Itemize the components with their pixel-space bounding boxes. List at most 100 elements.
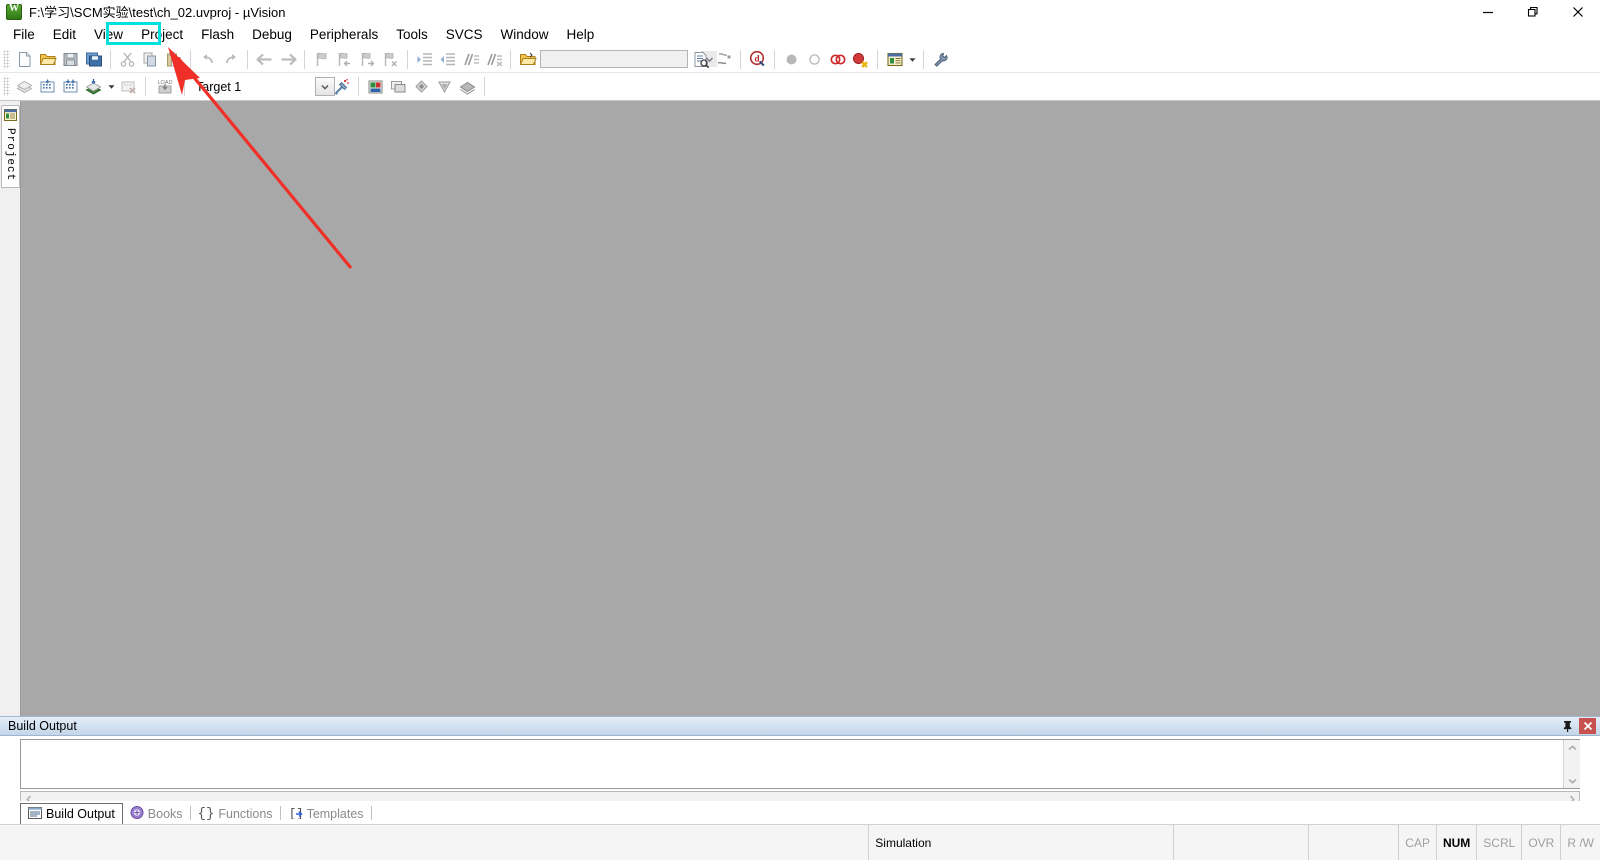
- close-icon[interactable]: [1579, 718, 1596, 734]
- window-manager-dropdown-icon[interactable]: [906, 48, 918, 71]
- menu-item-edit[interactable]: Edit: [44, 24, 85, 45]
- templates-icon: []: [288, 806, 303, 822]
- find-in-files-icon[interactable]: [689, 48, 712, 71]
- target-options-icon[interactable]: [330, 75, 353, 98]
- build-toolbar: LOAD Target 1: [0, 73, 1600, 101]
- components-icon[interactable]: [410, 75, 433, 98]
- tab-build-output[interactable]: Build Output: [20, 803, 123, 824]
- menu-item-help[interactable]: Help: [558, 24, 604, 45]
- debug-session-icon[interactable]: d: [746, 48, 769, 71]
- disable-all-breakpoints-icon[interactable]: [826, 48, 849, 71]
- menu-item-tools[interactable]: Tools: [387, 24, 437, 45]
- sidebar-item-project[interactable]: Project: [0, 105, 20, 189]
- toolbar-separator: [877, 49, 878, 69]
- status-cell-3: [1308, 825, 1398, 860]
- toolbar-separator: [145, 77, 146, 96]
- window-controls: [1465, 0, 1600, 23]
- menu-item-view[interactable]: View: [85, 24, 132, 45]
- status-indicator-num: NUM: [1435, 825, 1476, 860]
- uvision-logo-icon: [6, 3, 22, 20]
- left-dock-bar: Project: [0, 101, 21, 716]
- insert-breakpoint-icon[interactable]: [780, 48, 803, 71]
- status-indicator-scrl: SCRL: [1476, 825, 1521, 860]
- copy-icon[interactable]: [139, 48, 162, 71]
- editor-area[interactable]: [21, 101, 1600, 716]
- menu-item-peripherals[interactable]: Peripherals: [301, 24, 387, 45]
- batch-build-icon[interactable]: [82, 75, 105, 98]
- minimize-button[interactable]: [1465, 0, 1510, 23]
- search-input[interactable]: [541, 51, 701, 67]
- toolbar-separator: [304, 49, 305, 69]
- undo-icon[interactable]: [196, 48, 219, 71]
- toolbar-separator: [190, 49, 191, 69]
- status-mode: Simulation: [868, 825, 1173, 860]
- indent-increase-icon[interactable]: [413, 48, 436, 71]
- configure-icon[interactable]: [929, 48, 952, 71]
- navigate-forward-icon[interactable]: [276, 48, 299, 71]
- menu-item-flash[interactable]: Flash: [192, 24, 243, 45]
- cut-icon[interactable]: [116, 48, 139, 71]
- paste-icon[interactable]: [162, 48, 185, 71]
- menu-item-file[interactable]: File: [4, 24, 44, 45]
- window-manager-icon[interactable]: [883, 48, 906, 71]
- tab-functions[interactable]: {} Functions: [191, 803, 280, 824]
- save-all-icon[interactable]: [82, 48, 105, 71]
- status-cell-2: [1173, 825, 1308, 860]
- toolbar-grip[interactable]: [3, 77, 10, 96]
- toolbar-separator: [110, 49, 111, 69]
- comment-icon[interactable]: [459, 48, 482, 71]
- tab-books[interactable]: Books: [123, 803, 190, 824]
- navigate-back-icon[interactable]: [253, 48, 276, 71]
- layers-icon[interactable]: [456, 75, 479, 98]
- uncomment-icon[interactable]: [482, 48, 505, 71]
- build-output-vertical-scrollbar[interactable]: [1563, 740, 1580, 788]
- disable-breakpoint-icon[interactable]: [803, 48, 826, 71]
- download-icon[interactable]: LOAD: [151, 75, 179, 98]
- bookmark-next-icon[interactable]: [356, 48, 379, 71]
- indent-decrease-icon[interactable]: [436, 48, 459, 71]
- status-bar: Simulation CAP NUM SCRL OVR R /W: [0, 824, 1600, 860]
- pin-icon[interactable]: [1559, 718, 1576, 734]
- menu-item-project[interactable]: Project: [132, 24, 192, 45]
- build-icon[interactable]: [36, 75, 59, 98]
- toolbar-separator: [510, 49, 511, 69]
- bookmark-toggle-icon[interactable]: [310, 48, 333, 71]
- save-icon[interactable]: [59, 48, 82, 71]
- stop-build-icon[interactable]: [117, 75, 140, 98]
- bookmark-clear-icon[interactable]: [379, 48, 402, 71]
- tab-templates[interactable]: [] Templates: [281, 803, 371, 824]
- menu-item-debug[interactable]: Debug: [243, 24, 301, 45]
- toolbar-grip[interactable]: [3, 49, 10, 69]
- target-selector-label: Target 1: [196, 79, 242, 94]
- close-button[interactable]: [1555, 0, 1600, 23]
- tab-functions-label: Functions: [218, 806, 273, 821]
- manage-project-items-icon[interactable]: [364, 75, 387, 98]
- kill-all-breakpoints-icon[interactable]: [849, 48, 872, 71]
- search-combo[interactable]: [540, 50, 717, 68]
- restore-button[interactable]: [1510, 0, 1555, 23]
- bookmark-prev-icon[interactable]: [333, 48, 356, 71]
- target-selector[interactable]: Target 1: [190, 80, 320, 94]
- scroll-up-icon[interactable]: [1565, 740, 1580, 755]
- scroll-down-icon[interactable]: [1565, 773, 1580, 788]
- menu-item-svcs[interactable]: SVCS: [437, 24, 492, 45]
- batch-build-dropdown-icon[interactable]: [105, 75, 117, 98]
- rebuild-icon[interactable]: [59, 75, 82, 98]
- new-file-icon[interactable]: [13, 48, 36, 71]
- tab-build-output-label: Build Output: [46, 807, 115, 821]
- menu-item-window[interactable]: Window: [491, 24, 557, 45]
- toolbar-separator: [184, 77, 185, 96]
- build-output-text-area[interactable]: [20, 739, 1580, 789]
- open-folder-icon[interactable]: [516, 48, 539, 71]
- packs-icon[interactable]: [433, 75, 456, 98]
- bottom-tab-bar: Build Output Books {} Functions [] Templ…: [0, 801, 1600, 824]
- function-nav-icon[interactable]: [712, 48, 735, 71]
- multi-project-icon[interactable]: [387, 75, 410, 98]
- redo-icon[interactable]: [219, 48, 242, 71]
- open-file-icon[interactable]: [36, 48, 59, 71]
- status-message: [0, 825, 868, 860]
- translate-icon[interactable]: [13, 75, 36, 98]
- build-output-header: Build Output: [0, 716, 1600, 736]
- build-output-icon: [28, 806, 42, 822]
- toolbar-separator: [774, 49, 775, 69]
